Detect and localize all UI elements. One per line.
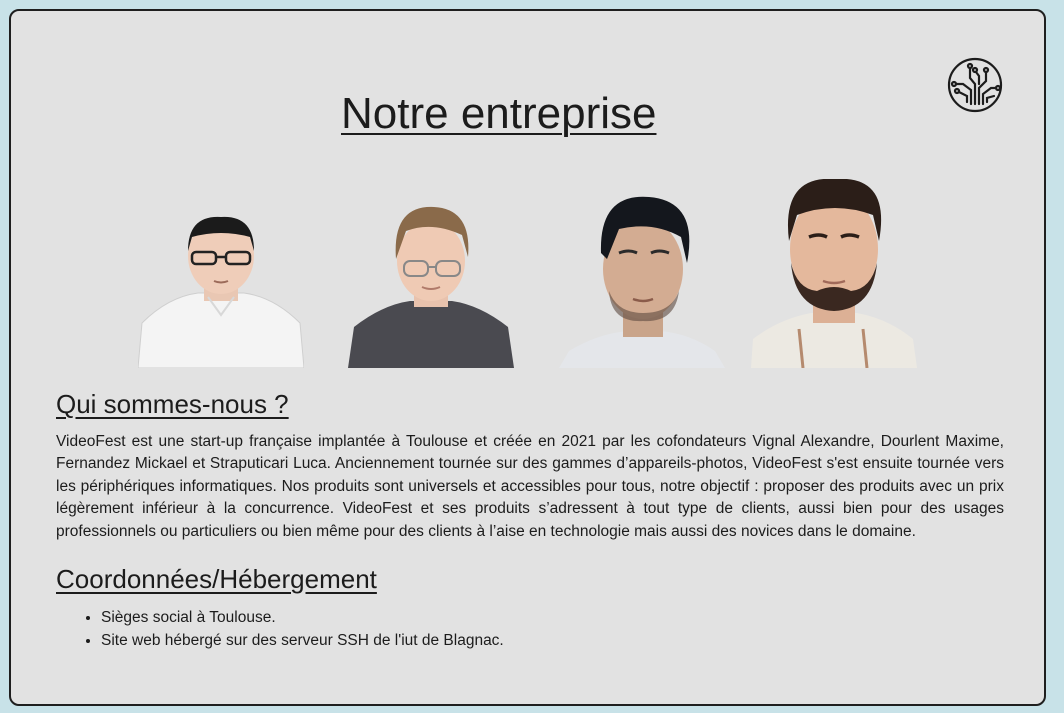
about-heading: Qui sommes-nous ? (56, 389, 289, 419)
team-photo-1 (138, 211, 304, 368)
about-text: VideoFest est une start-up française imp… (56, 433, 1004, 540)
contact-list: Sièges social à Toulouse. Site web héber… (56, 607, 504, 652)
team-photo-4 (751, 179, 917, 368)
team-photo-2 (348, 201, 514, 368)
circuit-globe-icon (946, 56, 1004, 114)
team-photo-3 (559, 193, 725, 368)
contact-heading: Coordonnées/Hébergement (56, 564, 377, 594)
content-card: Notre entreprise Qui sommes-nous ? Video… (9, 9, 1046, 706)
page-title: Notre entreprise (341, 89, 657, 138)
list-item: Site web hébergé sur des serveur SSH de … (101, 630, 504, 653)
list-item: Sièges social à Toulouse. (101, 607, 504, 630)
